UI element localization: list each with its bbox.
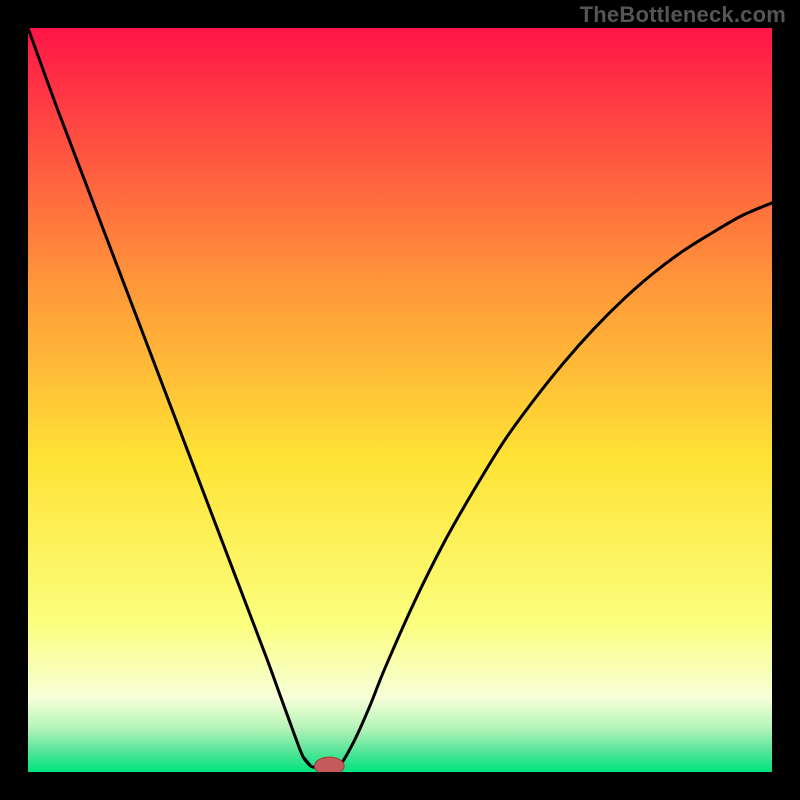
watermark-text: TheBottleneck.com — [580, 2, 786, 28]
chart-svg — [28, 28, 772, 772]
chart-frame: TheBottleneck.com — [0, 0, 800, 800]
minimum-marker — [314, 757, 344, 772]
plot-area — [28, 28, 772, 772]
gradient-background — [28, 28, 772, 772]
